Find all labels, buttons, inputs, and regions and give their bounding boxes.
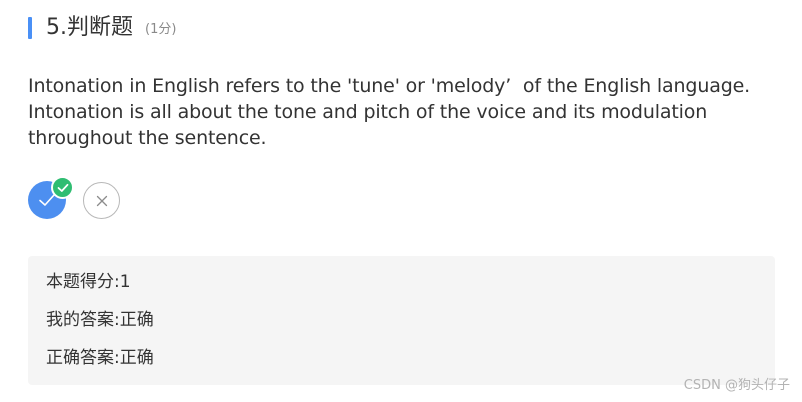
question-title: 5.判断题 [46, 15, 133, 40]
result-panel: 本题得分:1 我的答案:正确 正确答案:正确 [28, 256, 775, 385]
question-header: 5.判断题 (1分) [28, 14, 176, 42]
my-answer-value: 正确 [119, 310, 154, 330]
correct-answer-label: 正确答案: [46, 348, 120, 368]
question-text: Intonation in English refers to the 'tun… [28, 75, 756, 149]
correct-badge-icon [51, 176, 74, 199]
score-row: 本题得分:1 [46, 271, 131, 293]
score-label: 本题得分: [46, 272, 120, 292]
score-value: 1 [119, 272, 131, 292]
accent-bar [28, 17, 32, 39]
option-false-button[interactable] [83, 182, 120, 219]
question-score: (1分) [145, 22, 177, 37]
my-answer-label: 我的答案: [46, 310, 120, 330]
correct-answer-row: 正确答案:正确 [46, 347, 154, 369]
watermark: CSDN @狗头仔子 [683, 378, 790, 393]
correct-answer-value: 正确 [119, 348, 154, 368]
close-icon [96, 195, 107, 206]
my-answer-row: 我的答案:正确 [46, 309, 154, 331]
